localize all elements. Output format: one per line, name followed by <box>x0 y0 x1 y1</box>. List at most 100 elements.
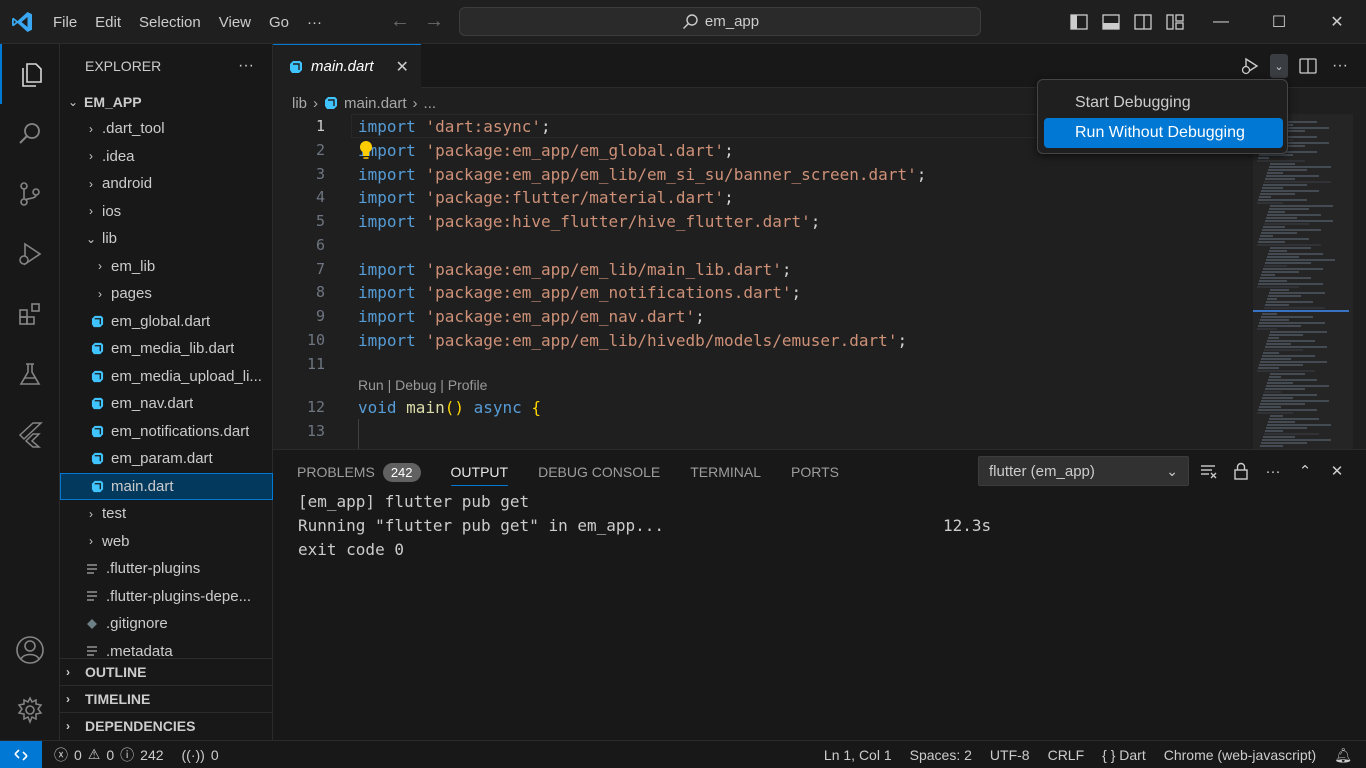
maximize-button[interactable]: ☐ <box>1250 0 1308 44</box>
back-arrow-icon[interactable]: ← <box>388 10 412 34</box>
toggle-panel-icon[interactable] <box>1100 11 1122 33</box>
accounts-activity[interactable] <box>0 620 60 680</box>
tab-terminal[interactable]: TERMINAL <box>690 458 761 486</box>
minimap-line <box>1270 289 1289 291</box>
tab-output[interactable]: OUTPUT <box>450 458 509 486</box>
tree-folder[interactable]: › test <box>60 500 273 527</box>
problems-status[interactable]: ⓧ 0 ⚠ 0 ⓘ 242 <box>54 745 164 765</box>
line-ending[interactable]: CRLF <box>1048 747 1085 763</box>
tree-folder[interactable]: › .idea <box>60 143 273 170</box>
window-controls: — ☐ ✕ <box>1192 0 1366 44</box>
explorer-activity[interactable] <box>0 44 60 104</box>
tab-close-button[interactable]: ✕ <box>396 57 409 77</box>
toggle-sidebar-icon[interactable] <box>1068 11 1090 33</box>
tree-folder[interactable]: › em_lib <box>60 253 273 280</box>
toggle-secondary-sidebar-icon[interactable] <box>1132 11 1154 33</box>
tree-folder[interactable]: › ios <box>60 198 273 225</box>
start-debugging-item[interactable]: Start Debugging <box>1044 88 1283 118</box>
explorer-more-button[interactable]: ··· <box>238 57 254 75</box>
tab-debug-console[interactable]: DEBUG CONSOLE <box>538 458 660 486</box>
tree-file[interactable]: em_media_upload_li... <box>60 363 273 390</box>
tree-folder[interactable]: › pages <box>60 280 273 307</box>
close-panel-icon[interactable]: ✕ <box>1325 459 1349 483</box>
code-text: import 'package:hive_flutter/hive_flutte… <box>358 212 820 231</box>
minimap[interactable] <box>1253 114 1366 449</box>
tree-folder[interactable]: › web <box>60 528 273 555</box>
source-control-activity[interactable] <box>0 164 60 224</box>
lock-icon[interactable] <box>1229 459 1253 483</box>
menu-go[interactable]: Go <box>260 14 298 31</box>
cursor-position[interactable]: Ln 1, Col 1 <box>824 747 892 763</box>
tree-file[interactable]: em_media_lib.dart <box>60 335 273 362</box>
output-channel-select[interactable]: flutter (em_app) ⌄ <box>978 456 1189 486</box>
tab-ports[interactable]: PORTS <box>791 458 839 486</box>
lightbulb-icon[interactable] <box>359 140 373 160</box>
menu-selection[interactable]: Selection <box>130 14 210 31</box>
tree-item-label: android <box>102 175 153 192</box>
more-actions-icon[interactable]: ··· <box>1261 459 1285 483</box>
encoding[interactable]: UTF-8 <box>990 747 1030 763</box>
clear-output-icon[interactable] <box>1197 459 1221 483</box>
menu-more[interactable]: ··· <box>298 14 331 31</box>
tab-main-dart[interactable]: main.dart ✕ <box>273 44 421 88</box>
minimap-line <box>1269 334 1303 336</box>
close-window-button[interactable]: ✕ <box>1308 0 1366 44</box>
command-center[interactable]: em_app <box>459 7 981 36</box>
minimap-line <box>1267 382 1293 384</box>
flutter-activity[interactable] <box>0 404 60 464</box>
breadcrumb-file[interactable]: main.dart <box>344 95 407 112</box>
minimap-line <box>1269 250 1287 252</box>
run-debug-activity[interactable] <box>0 224 60 284</box>
split-editor-icon[interactable] <box>1296 54 1320 78</box>
minimap-line <box>1258 409 1317 411</box>
menu-file[interactable]: File <box>44 14 86 31</box>
debug-dropdown-menu: Start Debugging Run Without Debugging <box>1037 79 1288 154</box>
tree-file[interactable]: em_param.dart <box>60 445 273 472</box>
timeline-section[interactable]: › TIMELINE <box>60 685 273 712</box>
run-without-debugging-item[interactable]: Run Without Debugging <box>1044 118 1283 148</box>
maximize-panel-icon[interactable]: ⌃ <box>1293 459 1317 483</box>
customize-layout-icon[interactable] <box>1164 11 1186 33</box>
tree-file[interactable]: .flutter-plugins <box>60 555 273 582</box>
dependencies-section[interactable]: › DEPENDENCIES <box>60 712 273 739</box>
testing-activity[interactable] <box>0 344 60 404</box>
tree-file[interactable]: .gitignore <box>60 610 273 637</box>
explorer-title: EXPLORER <box>85 58 162 74</box>
outline-section[interactable]: › OUTLINE <box>60 658 273 685</box>
tree-folder[interactable]: ⌄ lib <box>60 225 273 252</box>
menu-view[interactable]: View <box>210 14 260 31</box>
manage-activity[interactable] <box>0 680 60 740</box>
extensions-activity[interactable] <box>0 284 60 344</box>
remote-indicator[interactable] <box>0 740 42 768</box>
code-editor[interactable]: 1 import 'dart:async'; 2 import 'package:em… <box>273 114 1253 449</box>
run-debug-icon[interactable] <box>1238 54 1262 78</box>
tree-file[interactable]: main.dart <box>60 472 273 500</box>
search-icon <box>19 123 40 144</box>
device-selector[interactable]: Chrome (web-javascript) <box>1164 747 1316 763</box>
tree-folder[interactable]: › android <box>60 170 273 197</box>
code-line: 5 import 'package:hive_flutter/hive_flutt… <box>273 209 1253 233</box>
ports-status[interactable]: ((·)) 0 <box>182 747 219 763</box>
minimize-button[interactable]: — <box>1192 0 1250 44</box>
forward-arrow-icon[interactable]: → <box>422 10 446 34</box>
search-activity[interactable] <box>0 104 60 164</box>
code-line: 6 <box>273 233 1253 257</box>
tree-folder[interactable]: › .dart_tool <box>60 115 273 142</box>
run-dropdown-chevron-icon[interactable]: ⌄ <box>1270 54 1288 78</box>
more-actions-icon[interactable]: ··· <box>1328 54 1352 78</box>
explorer-root[interactable]: ⌄ EM_APP <box>60 88 273 115</box>
menu-edit[interactable]: Edit <box>86 14 130 31</box>
language-mode[interactable]: { } Dart <box>1102 747 1146 763</box>
tab-problems[interactable]: PROBLEMS 242 <box>297 458 421 486</box>
tree-file[interactable]: .flutter-plugins-depe... <box>60 583 273 610</box>
tree-file[interactable]: em_global.dart <box>60 308 273 335</box>
tree-file[interactable]: em_notifications.dart <box>60 418 273 445</box>
indentation[interactable]: Spaces: 2 <box>910 747 972 763</box>
tree-item-label: .flutter-plugins-depe... <box>106 587 252 605</box>
code-lens[interactable]: Run | Debug | Profile <box>358 377 487 393</box>
breadcrumb-more[interactable]: ... <box>424 95 437 112</box>
tree-file[interactable]: em_nav.dart <box>60 390 273 417</box>
notifications-bell-icon[interactable]: 🔔︎ <box>1334 747 1352 764</box>
breadcrumb-folder[interactable]: lib <box>292 95 307 112</box>
